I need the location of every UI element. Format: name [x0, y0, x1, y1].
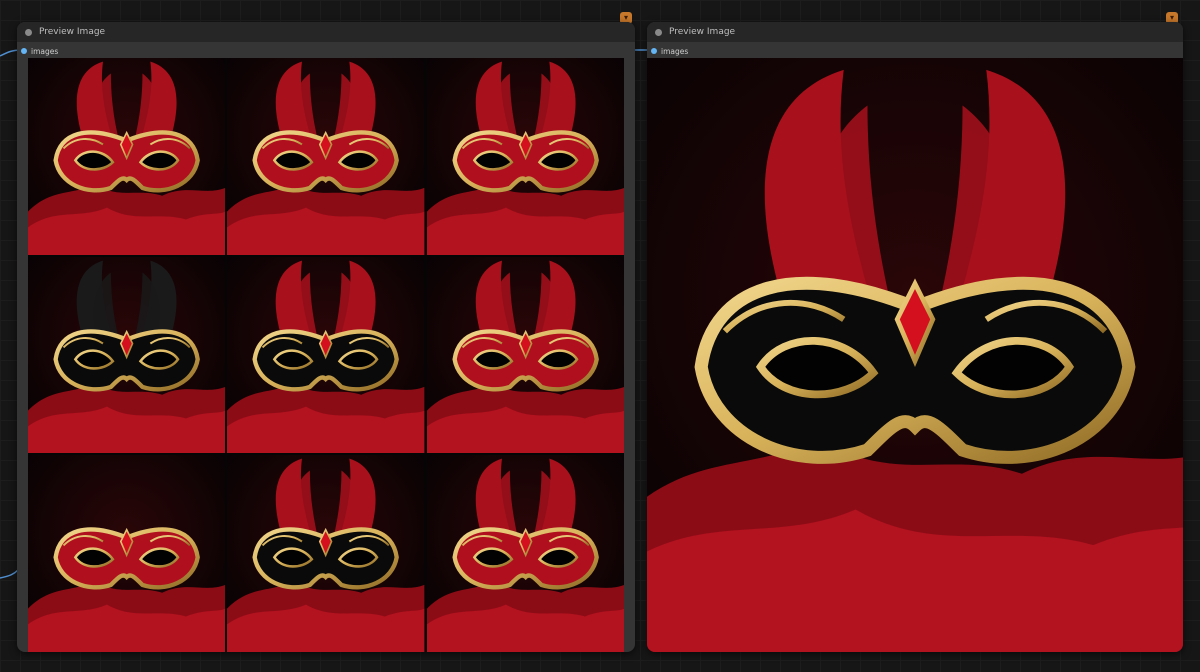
- preview-image-node[interactable]: Preview Image images: [17, 22, 635, 652]
- preview-image-node[interactable]: Preview Image images: [647, 22, 1183, 652]
- output-slot[interactable]: images: [17, 44, 635, 58]
- thumbnail-image[interactable]: [227, 256, 425, 454]
- thumbnail-image[interactable]: [28, 256, 226, 454]
- preview-image[interactable]: [647, 58, 1183, 652]
- thumbnail-image[interactable]: [426, 455, 624, 652]
- collapse-toggle-icon[interactable]: [25, 28, 32, 36]
- thumbnail-image[interactable]: [28, 455, 226, 652]
- node-title-bar[interactable]: Preview Image: [647, 22, 1183, 42]
- slot-connector-icon[interactable]: [21, 48, 27, 54]
- thumbnail-image[interactable]: [426, 58, 624, 255]
- thumbnail-image[interactable]: [227, 58, 425, 255]
- thumbnail-grid: [28, 58, 624, 652]
- node-title-bar[interactable]: Preview Image: [17, 22, 635, 42]
- collapse-toggle-icon[interactable]: [655, 28, 662, 36]
- slot-label: images: [31, 46, 59, 56]
- node-title: Preview Image: [39, 27, 106, 37]
- thumbnail-image[interactable]: [28, 58, 226, 255]
- slot-label: images: [661, 46, 689, 56]
- thumbnail-image[interactable]: [227, 455, 425, 652]
- slot-connector-icon[interactable]: [651, 48, 657, 54]
- image-preview-area[interactable]: [28, 58, 624, 652]
- output-slot[interactable]: images: [647, 44, 1183, 58]
- thumbnail-image[interactable]: [426, 256, 624, 454]
- image-preview-area[interactable]: [647, 58, 1183, 652]
- node-title: Preview Image: [669, 27, 736, 37]
- node-canvas[interactable]: ▾ ▾ Preview Image images Preview Image i…: [0, 0, 1200, 672]
